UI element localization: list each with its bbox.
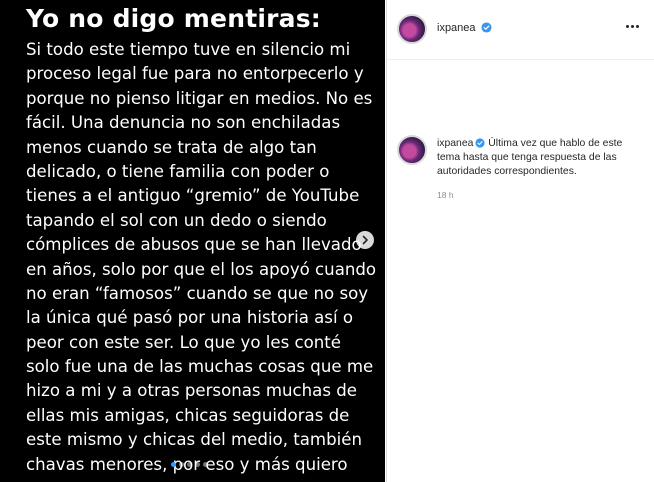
carousel-dot (187, 462, 192, 467)
post-text-line: Si todo este tiempo tuve en silencio mi (26, 40, 351, 59)
post-media[interactable]: Yo no digo mentiras: Si todo este tiempo… (0, 0, 385, 482)
post-text-line: cómplices de abusos que se han llevado (26, 235, 362, 255)
verified-badge-icon (475, 138, 485, 148)
post-text-line: porque no pienso litigar en medios. No e… (26, 88, 373, 108)
carousel-dot (171, 462, 176, 467)
more-horizontal-icon (636, 25, 639, 28)
username-link[interactable]: ixpanea (437, 22, 492, 34)
post-text-line: no eran “famosos” cuando se que no soy (26, 283, 369, 303)
post-text-line: hizo a mi y a otras personas muchas de (26, 381, 357, 401)
post-timestamp[interactable]: 18 h (437, 190, 454, 200)
post-text-line: fácil. Una denuncia no son enchiladas (26, 113, 341, 133)
post-text-line: solo fue una de las muchas cosas que me (26, 357, 374, 377)
post-text-line: en años, solo por que el los apoyó cuand… (26, 259, 377, 279)
more-horizontal-icon (626, 25, 629, 28)
carousel-indicator (171, 462, 208, 467)
post-text-line: ellas mis amigas, chicas seguidoras de (26, 405, 350, 425)
post-text-line: proceso legal fue para no entorpecerlo y (26, 64, 364, 84)
caption-username[interactable]: ixpanea (437, 138, 473, 149)
carousel-dot (203, 462, 208, 467)
post-text-body: Si todo este tiempo tuve en silencio mi p… (26, 38, 376, 477)
avatar[interactable] (397, 135, 427, 165)
post-text-line: menos cuando se trata de algo tan (26, 137, 317, 157)
post-text-line: delicado, o tiene familia con poder o (26, 161, 330, 181)
chevron-right-icon (362, 235, 368, 245)
verified-badge-icon (481, 22, 492, 33)
post-text-line: tienes a el antiguo “gremio” de YouTube (26, 186, 360, 206)
next-slide-button[interactable] (356, 231, 374, 249)
post-header: ixpanea (387, 0, 654, 60)
more-options-button[interactable] (626, 25, 639, 28)
carousel-dot (179, 462, 184, 467)
post-text-line: este mismo y chicas del medio, también (26, 430, 362, 450)
post-text-line: tapando el sol con un dedo o siendo (26, 210, 327, 230)
avatar[interactable] (397, 14, 427, 44)
username-label: ixpanea (437, 22, 476, 34)
post-title: Yo no digo mentiras: (26, 4, 322, 33)
instagram-post-view: Yo no digo mentiras: Si todo este tiempo… (0, 0, 654, 482)
carousel-dot (195, 462, 200, 467)
post-text-line: peor con este ser. Lo que yo les conté (26, 332, 342, 352)
post-text-line: la única qué pasó por una historia así o (26, 308, 353, 328)
more-horizontal-icon (631, 25, 634, 28)
caption-text: ixpanea Última vez que hablo de este tem… (437, 137, 637, 179)
caption-comment: ixpanea Última vez que hablo de este tem… (387, 60, 654, 200)
post-sidebar: ixpanea ixpanea Última vez que hablo de (386, 0, 654, 482)
